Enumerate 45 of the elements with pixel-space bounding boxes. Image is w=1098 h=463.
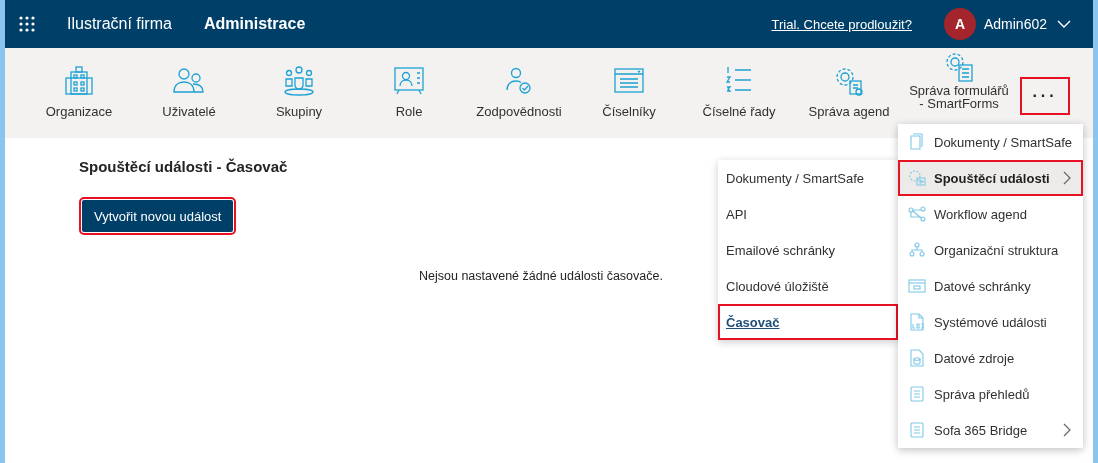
empty-message: Nejsou nastavené žádné události časovače. (419, 269, 664, 283)
submenu-item[interactable]: Dokumenty / SmartSafe (718, 160, 898, 196)
menu-item[interactable]: Workflow agend (898, 196, 1083, 232)
toolbar-item[interactable]: Číselníky (574, 48, 684, 119)
toolbar-item[interactable]: Role (354, 48, 464, 119)
menu-item[interactable]: Datové schránky (898, 268, 1083, 304)
menu-item[interactable]: Spouštěcí události (898, 160, 1083, 196)
menu-item[interactable]: Dokumenty / SmartSafe (898, 124, 1083, 160)
menu-item[interactable]: Správa přehledů (898, 376, 1083, 412)
create-event-button[interactable]: Vytvořit novou událost (82, 200, 234, 232)
submenu-item[interactable]: Časovač (718, 304, 898, 340)
workflow-icon (908, 205, 926, 223)
monitor-user-icon (391, 64, 427, 96)
app-launcher-icon[interactable] (19, 16, 35, 32)
toolbar-item[interactable]: Zodpovědnosti (464, 48, 574, 119)
documents-icon (908, 133, 926, 151)
menu-item[interactable]: Sofa 365 Bridge (898, 412, 1083, 448)
menu-item[interactable]: Systémové události (898, 304, 1083, 340)
menu-item[interactable]: Datové zdroje (898, 340, 1083, 376)
toolbar-item[interactable]: Organizace (24, 48, 134, 119)
gear-play-icon (908, 169, 926, 187)
user-name[interactable]: Admin602 (983, 16, 1047, 32)
data-file-icon (908, 349, 926, 367)
org-chart-icon (908, 241, 926, 259)
list-icon (908, 385, 926, 403)
more-button[interactable]: ··· (1020, 77, 1070, 115)
toolbar-item[interactable]: Správa formulářů - SmartForms (904, 48, 1014, 110)
group-icon (281, 64, 317, 96)
submenu-item[interactable]: API (718, 196, 898, 232)
chevron-down-icon[interactable] (1057, 20, 1071, 28)
company-name: Ilustrační firma (67, 15, 172, 33)
page-title: Spouštěcí události - Časovač (79, 158, 289, 175)
section-title: Administrace (203, 15, 306, 33)
list-icon (908, 421, 926, 439)
toolbar-item[interactable]: Skupiny (244, 48, 354, 119)
toolbar-item[interactable]: Správa agend (794, 48, 904, 119)
submenu-item[interactable]: Emailové schránky (718, 232, 898, 268)
menu-item[interactable]: Organizační struktura (898, 232, 1083, 268)
log-file-icon (908, 313, 926, 331)
toolbar-item[interactable]: Uživatelé (134, 48, 244, 119)
submenu-item[interactable]: Cloudové úložiště (718, 268, 898, 304)
inbox-icon (908, 277, 926, 295)
trial-link[interactable]: Trial. Chcete prodloužit? (771, 16, 912, 32)
toolbar-item[interactable]: Číselné řady (684, 48, 794, 119)
user-avatar[interactable]: A (943, 8, 976, 40)
